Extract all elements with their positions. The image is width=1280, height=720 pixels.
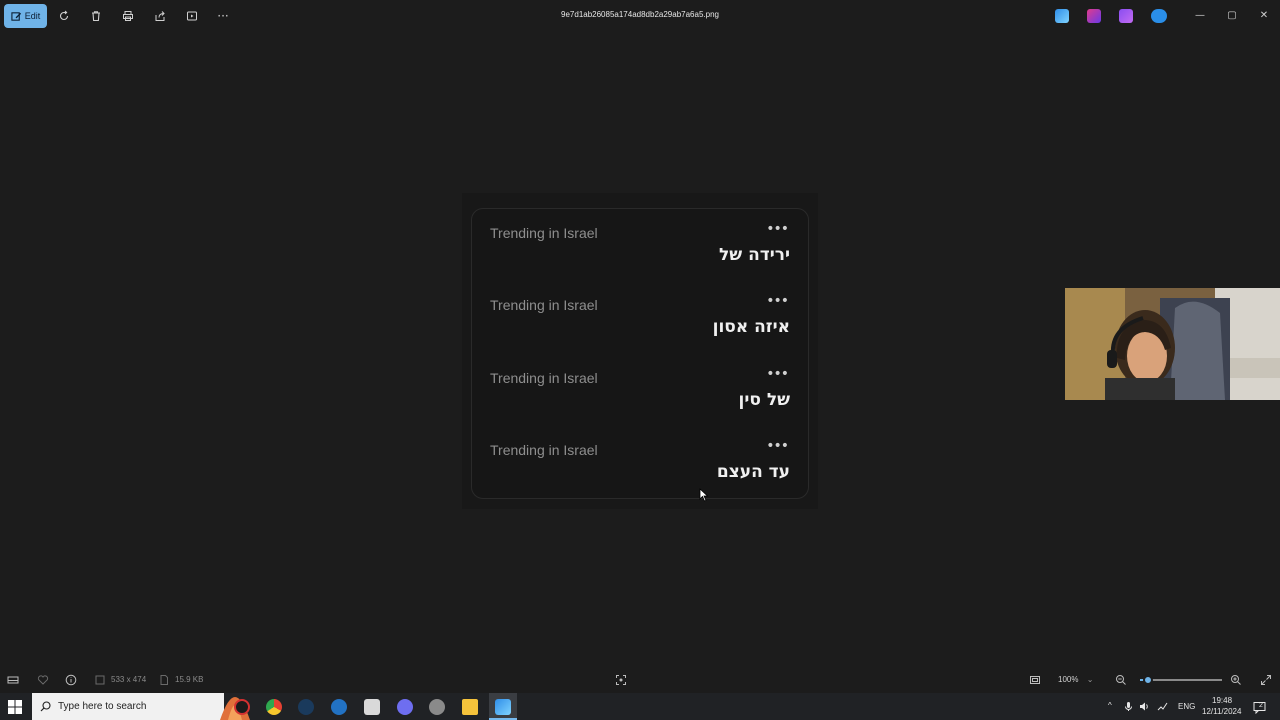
- close-button[interactable]: ✕: [1256, 8, 1272, 24]
- file-explorer-icon[interactable]: [462, 699, 478, 715]
- full-screen-icon[interactable]: [1260, 674, 1272, 686]
- trend-label: Trending in Israel: [490, 225, 598, 241]
- security-app-icon[interactable]: [429, 699, 445, 715]
- speaker-icon[interactable]: [1139, 701, 1150, 712]
- chevron-down-icon: ⌄: [1086, 675, 1094, 684]
- trend-item[interactable]: Trending in Israel ••• ירידה של: [472, 209, 808, 281]
- webcam-image: [1065, 288, 1280, 400]
- language-indicator[interactable]: ENG: [1178, 702, 1195, 711]
- file-size: 15.9 KB: [175, 675, 204, 684]
- webcam-overlay: [1065, 288, 1280, 400]
- clock-time[interactable]: 19:48: [1212, 696, 1232, 705]
- trend-title: ירידה של: [718, 245, 790, 265]
- microphone-icon[interactable]: [1123, 701, 1134, 712]
- zoom-level-select[interactable]: 100% ⌄: [1058, 675, 1093, 684]
- windows-start-icon[interactable]: [8, 700, 22, 714]
- file-size-icon: [160, 675, 168, 685]
- status-bar: 533 x 474 15.9 KB 100% ⌄: [0, 667, 1280, 693]
- more-options-icon[interactable]: •••: [766, 293, 789, 309]
- favorite-heart-icon[interactable]: [37, 674, 49, 686]
- clock-date[interactable]: 12/11/2024: [1202, 707, 1241, 716]
- fit-to-screen-icon[interactable]: [615, 674, 627, 686]
- photos-taskbar-icon[interactable]: [495, 699, 511, 715]
- image-dimensions: 533 x 474: [111, 675, 147, 684]
- onedrive-icon[interactable]: [1151, 9, 1167, 23]
- dimensions-icon: [95, 675, 105, 685]
- filmstrip-icon[interactable]: [7, 674, 19, 686]
- tray-chevron-up-icon[interactable]: ^: [1108, 701, 1112, 710]
- network-icon[interactable]: [1157, 701, 1168, 712]
- more-options-icon[interactable]: •••: [766, 366, 789, 382]
- zoom-out-icon[interactable]: [1115, 674, 1127, 686]
- trend-label: Trending in Israel: [490, 442, 598, 458]
- obs-app-icon[interactable]: [234, 699, 250, 715]
- zoom-value: 100%: [1058, 675, 1079, 684]
- minimize-button[interactable]: —: [1192, 8, 1208, 24]
- chrome-app-icon[interactable]: [266, 699, 282, 715]
- info-icon[interactable]: [65, 674, 77, 686]
- notepad-app-icon[interactable]: [364, 699, 380, 715]
- search-icon: [40, 701, 51, 712]
- actual-size-icon[interactable]: [1029, 674, 1041, 686]
- photos-app-icon[interactable]: [1055, 9, 1069, 23]
- more-options-icon[interactable]: •••: [766, 438, 789, 454]
- zoom-slider-thumb[interactable]: [1143, 675, 1154, 685]
- search-placeholder: Type here to search: [58, 701, 147, 712]
- top-toolbar: Edit ··· 9e7d1ab26085a174ad8db2a29ab7a6a…: [0, 0, 1280, 32]
- trend-title: של סין: [738, 390, 791, 410]
- mouse-cursor-icon: [699, 488, 709, 502]
- trend-title: איזה אסון: [712, 317, 790, 337]
- steam-app-icon[interactable]: [298, 699, 314, 715]
- trend-item[interactable]: Trending in Israel ••• עד העצם: [472, 426, 808, 498]
- trending-card: Trending in Israel ••• ירידה של Trending…: [471, 208, 809, 499]
- notification-count: 2: [1259, 702, 1263, 709]
- more-options-icon[interactable]: •••: [766, 221, 789, 237]
- windows-taskbar: Type here to search ^ ENG 19:48 12/11/20…: [0, 693, 1280, 720]
- trend-label: Trending in Israel: [490, 370, 598, 386]
- browser-app-icon[interactable]: [331, 699, 347, 715]
- designer-app-icon[interactable]: [1087, 9, 1101, 23]
- trend-label: Trending in Israel: [490, 297, 598, 313]
- discord-app-icon[interactable]: [397, 699, 413, 715]
- zoom-in-icon[interactable]: [1230, 674, 1242, 686]
- trend-item[interactable]: Trending in Israel ••• איזה אסון: [472, 281, 808, 353]
- maximize-button[interactable]: ▢: [1224, 8, 1240, 24]
- clipchamp-app-icon[interactable]: [1119, 9, 1133, 23]
- trend-title: עד העצם: [716, 462, 790, 482]
- trend-item[interactable]: Trending in Israel ••• של סין: [472, 354, 808, 426]
- taskbar-search-box[interactable]: Type here to search: [32, 693, 250, 720]
